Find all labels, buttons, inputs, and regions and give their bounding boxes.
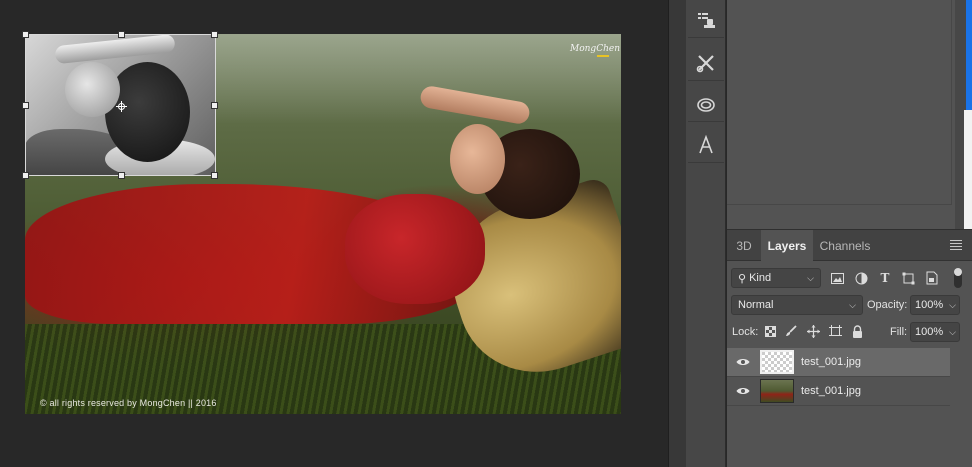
fill-label: Fill:: [890, 326, 908, 338]
transform-handle-bottom-center[interactable]: [118, 172, 125, 179]
transform-handle-middle-right[interactable]: [211, 102, 218, 109]
photoshop-window: MongChen © all rights reserved by MongCh…: [0, 0, 972, 467]
lock-label: Lock:: [732, 326, 759, 338]
free-transform-box[interactable]: [22, 31, 218, 179]
brush-settings-button[interactable]: [688, 45, 724, 81]
layer-thumbnail-transparent: [760, 350, 794, 374]
eye-icon[interactable]: [736, 386, 750, 396]
lock-transparent-pixels-icon[interactable]: [763, 324, 777, 338]
transform-handle-middle-left[interactable]: [22, 102, 29, 109]
tab-3d[interactable]: 3D: [727, 230, 761, 261]
filter-pixel-layer-icon[interactable]: [829, 270, 845, 286]
transform-handle-top-left[interactable]: [22, 31, 29, 38]
layer-filter-kind-select[interactable]: ⚲ Kind ⌵: [731, 268, 821, 288]
woman-face: [450, 124, 505, 194]
transform-handle-top-right[interactable]: [211, 31, 218, 38]
background-window-edge-white: [964, 110, 972, 229]
tab-channels[interactable]: Channels: [813, 230, 877, 261]
chevron-down-icon: ⌵: [949, 300, 956, 310]
fill-input[interactable]: 100% ⌵: [910, 322, 960, 342]
filter-type-layer-icon[interactable]: T: [877, 270, 893, 286]
tool-presets-icon: [698, 12, 715, 28]
opacity-input[interactable]: 100% ⌵: [910, 295, 960, 315]
canvas-area[interactable]: MongChen © all rights reserved by MongCh…: [0, 0, 668, 467]
lock-all-icon[interactable]: [850, 324, 864, 338]
layer-row[interactable]: test_001.jpg: [727, 348, 950, 377]
layer-filter-kind-value: Kind: [749, 272, 772, 284]
blend-mode-select[interactable]: Normal ⌵: [731, 295, 863, 315]
tab-layers[interactable]: Layers: [761, 230, 813, 261]
filter-smart-object-icon[interactable]: [924, 270, 940, 286]
creative-cloud-icon: [697, 97, 715, 112]
eye-icon[interactable]: [736, 357, 750, 367]
upper-panel-content: [727, 0, 952, 205]
scissors-brush-icon: [696, 54, 714, 72]
opacity-label: Opacity:: [867, 299, 908, 311]
libraries-button[interactable]: [688, 86, 724, 122]
transform-handle-bottom-right[interactable]: [211, 172, 218, 179]
upper-panel-empty: [727, 0, 972, 229]
filter-adjustment-layer-icon[interactable]: [853, 270, 869, 286]
layer-name: test_001.jpg: [801, 385, 861, 397]
watermark-logo-bar: [597, 55, 609, 57]
lock-image-pixels-brush-icon[interactable]: [784, 324, 798, 338]
character-a-icon: [699, 134, 713, 153]
collapsed-panel-strip: [686, 0, 726, 467]
filter-shape-layer-icon[interactable]: [900, 270, 916, 286]
lock-artboard-icon[interactable]: [828, 324, 842, 338]
transform-handle-bottom-left[interactable]: [22, 172, 29, 179]
fill-value: 100%: [915, 326, 944, 338]
panel-dock-divider[interactable]: [668, 0, 686, 467]
panel-menu-icon[interactable]: [950, 240, 962, 250]
layer-thumbnail-photo: [760, 379, 794, 403]
transform-handle-top-center[interactable]: [118, 31, 125, 38]
watermark-logo: MongChen: [570, 44, 620, 54]
layer-name: test_001.jpg: [801, 356, 861, 368]
opacity-value: 100%: [915, 299, 944, 311]
layer-row[interactable]: test_001.jpg: [727, 377, 950, 406]
lock-position-move-icon[interactable]: [806, 324, 820, 338]
search-icon: ⚲: [738, 272, 747, 285]
chevron-down-icon: ⌵: [807, 273, 814, 283]
layers-panel: 3D Layers Channels ⚲ Kind ⌵ T Normal ⌵ O…: [727, 229, 972, 467]
blend-mode-value: Normal: [738, 299, 774, 311]
chevron-down-icon: ⌵: [949, 327, 956, 337]
chevron-down-icon: ⌵: [849, 300, 856, 310]
tool-presets-button[interactable]: [688, 2, 724, 38]
transform-reference-point-icon[interactable]: [116, 101, 127, 112]
filter-toggle-switch[interactable]: [954, 268, 962, 288]
character-button[interactable]: [688, 127, 724, 163]
woman-torso: [345, 194, 485, 304]
background-window-edge: [966, 0, 972, 110]
panel-tab-bar: 3D Layers Channels: [727, 230, 972, 261]
copyright-text: © all rights reserved by MongChen || 201…: [40, 398, 217, 408]
